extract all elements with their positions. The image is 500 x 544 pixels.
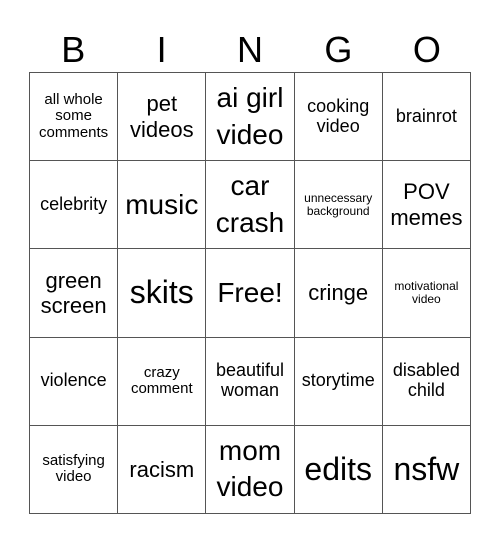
- bingo-cell[interactable]: ai girl video: [206, 73, 295, 162]
- bingo-cell[interactable]: violence: [30, 337, 119, 426]
- bingo-cell[interactable]: green screen: [30, 249, 119, 338]
- bingo-cell[interactable]: brainrot: [382, 73, 471, 162]
- header-letter-o: O: [412, 29, 441, 70]
- bingo-cell[interactable]: edits: [294, 425, 383, 514]
- bingo-cell[interactable]: storytime: [294, 337, 383, 426]
- bingo-card-grid: all whole some comments pet videos ai gi…: [29, 72, 471, 514]
- bingo-cell[interactable]: motivational video: [382, 249, 471, 338]
- bingo-cell[interactable]: mom video: [206, 425, 295, 514]
- bingo-cell-free-space[interactable]: Free!: [206, 249, 295, 338]
- bingo-cell[interactable]: pet videos: [118, 73, 207, 162]
- bingo-cell[interactable]: satisfying video: [30, 425, 119, 514]
- bingo-cell[interactable]: unnecessary background: [294, 161, 383, 250]
- header-letter-b: B: [61, 29, 86, 70]
- bingo-cell[interactable]: music: [118, 161, 207, 250]
- bingo-cell[interactable]: crazy comment: [118, 337, 207, 426]
- bingo-cell[interactable]: cringe: [294, 249, 383, 338]
- header-letter-i: I: [156, 29, 167, 70]
- bingo-header: B I N G O: [29, 28, 471, 72]
- bingo-cell[interactable]: skits: [118, 249, 207, 338]
- bingo-cell[interactable]: nsfw: [382, 425, 471, 514]
- bingo-cell[interactable]: racism: [118, 425, 207, 514]
- header-letter-g: G: [324, 29, 353, 70]
- header-letter-n: N: [237, 29, 264, 70]
- bingo-cell[interactable]: all whole some comments: [30, 73, 119, 162]
- bingo-cell[interactable]: car crash: [206, 161, 295, 250]
- bingo-cell[interactable]: beautiful woman: [206, 337, 295, 426]
- bingo-cell[interactable]: disabled child: [382, 337, 471, 426]
- bingo-cell[interactable]: celebrity: [30, 161, 119, 250]
- bingo-cell[interactable]: POV memes: [382, 161, 471, 250]
- bingo-cell[interactable]: cooking video: [294, 73, 383, 162]
